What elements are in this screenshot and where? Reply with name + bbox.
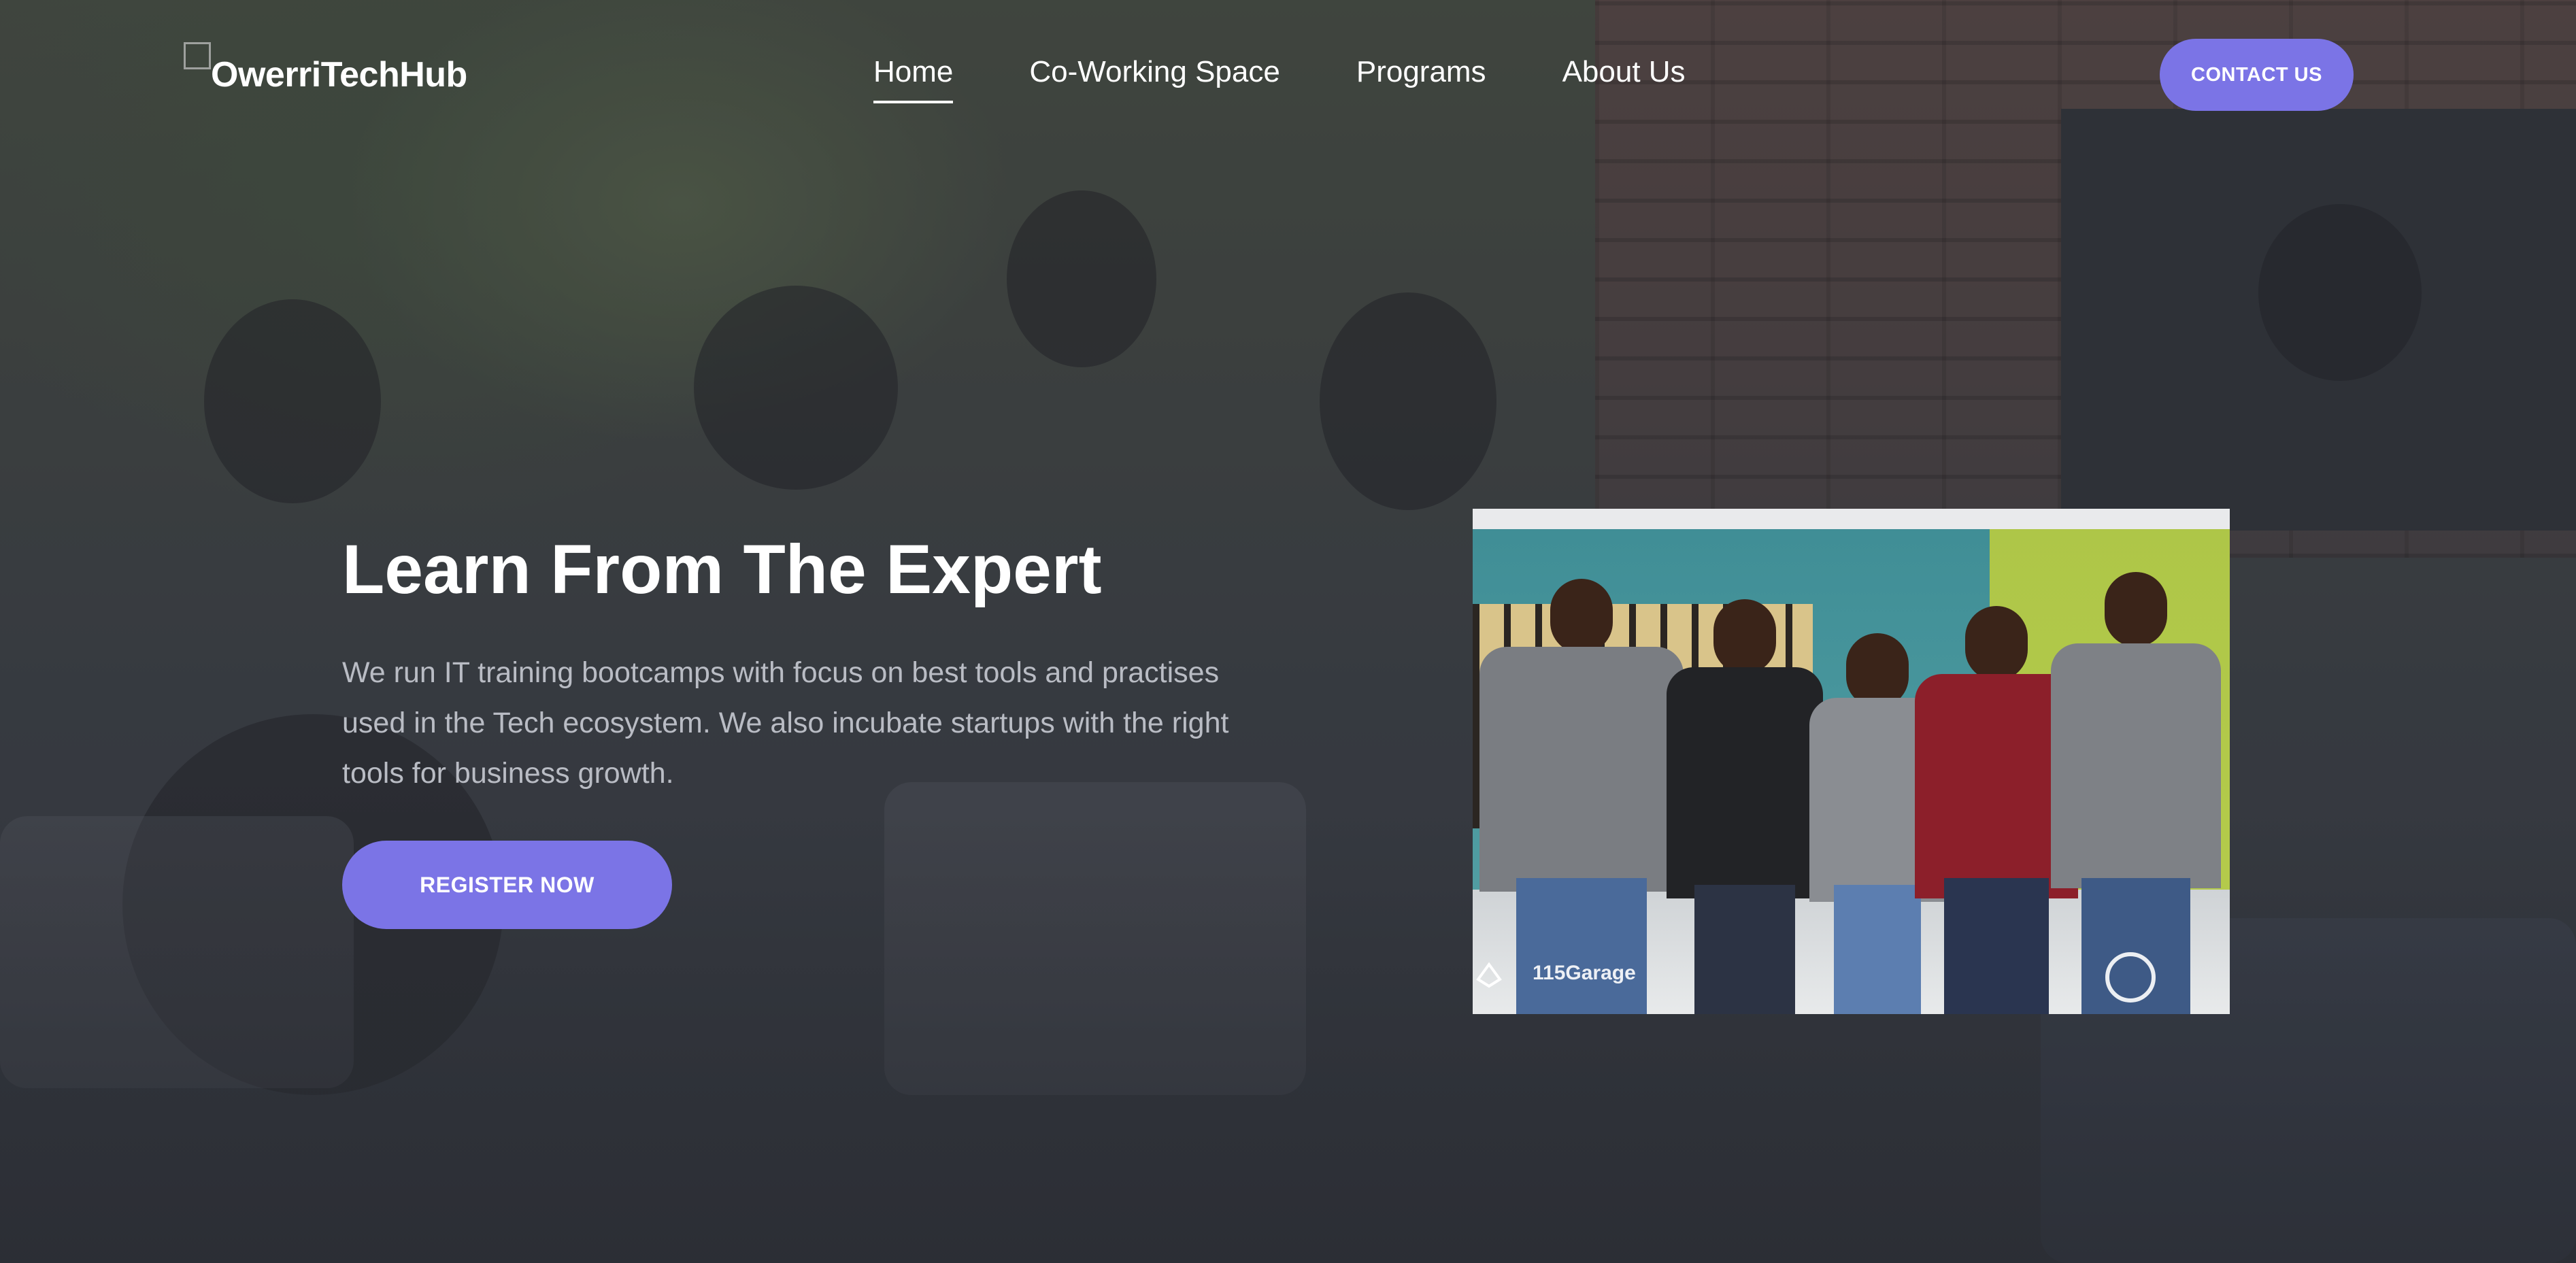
team-photo: 115Garage (1473, 509, 2230, 1014)
photo-person (1667, 599, 1823, 1014)
hero-description: We run IT training bootcamps with focus … (342, 656, 1229, 790)
photo-ceiling (1473, 509, 2230, 529)
main-nav: Home Co-Working Space Programs About Us (873, 53, 1762, 103)
brand-name: OwerriTechHub (211, 55, 467, 95)
hero-title: Learn From The Expert (342, 531, 1102, 608)
photo-watermark: 115Garage (1533, 962, 1636, 984)
garage-logo-icon (1476, 962, 1502, 988)
landing-page: OwerriTechHub Home Co-Working Space Prog… (0, 0, 2576, 1263)
broken-image-icon (184, 42, 211, 69)
contact-us-button[interactable]: CONTACT US (2160, 39, 2354, 111)
hub-logo-watermark-icon (2105, 952, 2156, 1003)
photo-person (2051, 572, 2221, 1014)
photo-person (1479, 579, 1684, 1014)
nav-item-home[interactable]: Home (873, 53, 954, 103)
site-header: OwerriTechHub Home Co-Working Space Prog… (0, 0, 2576, 143)
brand-logo-link[interactable]: OwerriTechHub (184, 42, 467, 92)
nav-item-programs[interactable]: Programs (1356, 53, 1486, 91)
nav-item-about-us[interactable]: About Us (1562, 53, 1686, 91)
nav-item-co-working-space[interactable]: Co-Working Space (1029, 53, 1279, 91)
register-now-button[interactable]: REGISTER NOW (342, 841, 672, 929)
